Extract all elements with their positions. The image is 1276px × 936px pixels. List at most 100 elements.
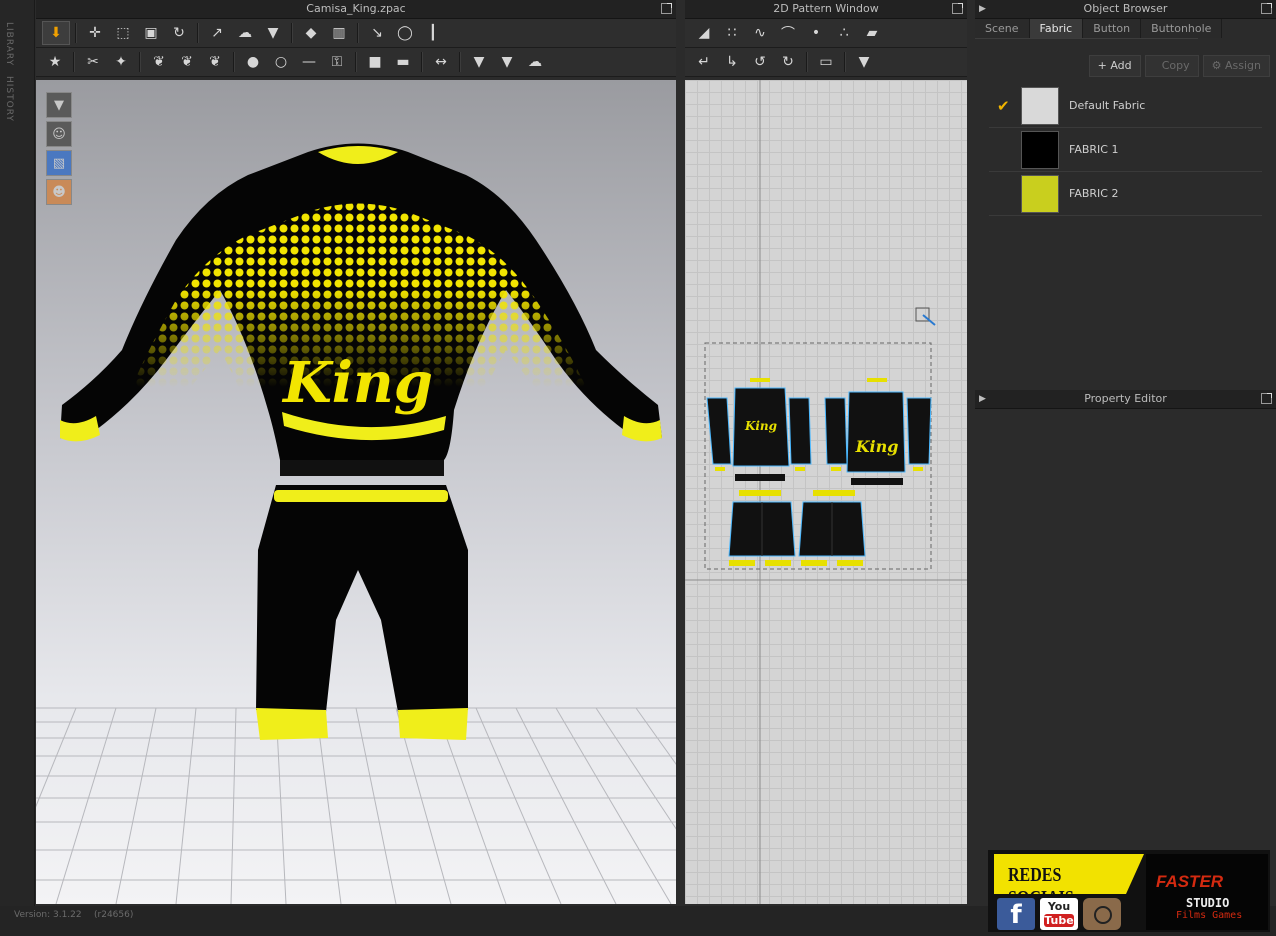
show-avatar-icon[interactable]: ☺	[46, 121, 72, 147]
fabric-swatch	[1021, 86, 1059, 125]
copy-fabric-button[interactable]: Copy	[1144, 55, 1199, 77]
edit-points-button[interactable]: ▣	[138, 22, 164, 44]
object-browser-title-text: Object Browser	[1083, 2, 1168, 15]
revision-text: (r24656)	[94, 910, 134, 920]
tool-d-button[interactable]: ❦	[202, 51, 228, 73]
show-texture-icon[interactable]: ▧	[46, 150, 72, 176]
window-2d-title: 2D Pattern Window	[685, 0, 967, 19]
piece-tool-button[interactable]: ▥	[326, 22, 352, 44]
polygon-button[interactable]: ▰	[859, 22, 885, 44]
viewport-2d[interactable]: King King	[685, 80, 967, 904]
collapse-arrow-icon[interactable]: ▶	[979, 0, 986, 18]
tool-a-button[interactable]: ✦	[108, 51, 134, 73]
list-item[interactable]: FABRIC 2	[989, 172, 1262, 216]
avatar-walk-button[interactable]: ★	[42, 51, 68, 73]
shirt-tool-button[interactable]: ◆	[298, 22, 324, 44]
viewport-3d[interactable]: King ▼ ☺ ▧ ☻	[36, 80, 676, 904]
align-tool-button[interactable]: ↔	[428, 51, 454, 73]
history-tab[interactable]: HISTORY	[4, 76, 14, 122]
show-garment-icon[interactable]: ▼	[46, 92, 72, 118]
fabric-name: FABRIC 2	[1069, 187, 1119, 200]
shirt-front-button[interactable]: ▼	[466, 51, 492, 73]
iron-tool-button[interactable]: ▭	[813, 51, 839, 73]
fabric-list: ✔ Default Fabric FABRIC 1 FABRIC 2	[989, 84, 1262, 216]
assign-fabric-button[interactable]: ⚙ Assign	[1202, 55, 1270, 77]
collapse-arrow-icon[interactable]: ▶	[979, 390, 986, 408]
pattern-select-button[interactable]: ◢	[691, 22, 717, 44]
pin-icon[interactable]	[1261, 393, 1272, 404]
object-browser-tabs: Scene Fabric Button Buttonhole	[975, 19, 1223, 39]
facebook-letter: f	[1010, 900, 1022, 930]
youtube-tube: Tube	[1044, 914, 1074, 927]
tab-button[interactable]: Button	[1083, 19, 1142, 38]
transform-tool-button[interactable]: ✛	[82, 22, 108, 44]
garment-tool-button[interactable]: ▼	[260, 22, 286, 44]
object-browser-title: ▶ Object Browser	[975, 0, 1276, 19]
texture-tool-button[interactable]: ■	[362, 51, 388, 73]
garment-logo-text: King	[281, 350, 433, 416]
add-point-button[interactable]: •	[803, 22, 829, 44]
add-fabric-button[interactable]: + Add	[1088, 55, 1141, 77]
pattern-pieces[interactable]: King King	[706, 378, 932, 566]
zoom-fit-icon[interactable]	[915, 307, 936, 326]
button-tool-button[interactable]: ●	[240, 51, 266, 73]
ruler-tool-button[interactable]: ┃	[420, 22, 446, 44]
select-move-button[interactable]: ⬇	[42, 21, 70, 45]
tab-scene[interactable]: Scene	[975, 19, 1030, 38]
list-item[interactable]: FABRIC 1	[989, 128, 1262, 172]
pin-icon[interactable]	[1261, 3, 1272, 14]
tack-tool-button[interactable]: ↘	[364, 22, 390, 44]
youtube-icon[interactable]: You Tube	[1040, 898, 1078, 930]
fold-arrange-button[interactable]: ☁	[522, 51, 548, 73]
rotate-tool-button[interactable]: ↻	[166, 22, 192, 44]
shirt-2d-button[interactable]: ▼	[851, 51, 877, 73]
window-2d: 2D Pattern Window ◢ ∷ ∿ ⌒ • ∴ ▰ ↵ ↳ ↺ ↻ …	[685, 0, 967, 77]
curvature-button[interactable]: ⌒	[775, 22, 801, 44]
curve-point-button[interactable]: ∿	[747, 22, 773, 44]
instagram-icon[interactable]	[1083, 898, 1121, 930]
pattern-logo-front: King	[744, 419, 777, 433]
toolbar-2d-row1: ◢ ∷ ∿ ⌒ • ∴ ▰	[685, 19, 967, 48]
seam-check-button[interactable]: ↻	[775, 51, 801, 73]
tab-fabric[interactable]: Fabric	[1029, 19, 1084, 38]
tool-b-button[interactable]: ❦	[146, 51, 172, 73]
free-seam-button[interactable]: ↳	[719, 51, 745, 73]
toolbar-2d-row2: ↵ ↳ ↺ ↻ ▭ ▼	[685, 48, 967, 77]
show-skin-icon[interactable]: ☻	[46, 179, 72, 205]
assign-icon: ⚙	[1211, 59, 1225, 72]
segment-button[interactable]: ∴	[831, 22, 857, 44]
fabric-actions: + Add Copy ⚙ Assign	[1088, 55, 1270, 77]
buttonhole-tool-button[interactable]: ○	[268, 51, 294, 73]
fold-tool-button[interactable]: ☁	[232, 22, 258, 44]
tab-buttonhole[interactable]: Buttonhole	[1141, 19, 1223, 38]
version-text: Version: 3.1.22	[14, 910, 82, 920]
shirt-garment[interactable]: King	[36, 140, 676, 476]
graphic-tool-button[interactable]: ▬	[390, 51, 416, 73]
pin-icon[interactable]	[952, 3, 963, 14]
fabric-swatch	[1021, 130, 1059, 169]
left-side-strip: LIBRARY HISTORY	[0, 0, 35, 906]
zipper-tool-button[interactable]: ⚿	[324, 51, 350, 73]
plus-icon: +	[1097, 59, 1111, 72]
toolbar-3d-row2: ★ ✂ ✦ ❦ ❦ ❦ ● ○ — ⚿ ■ ▬ ↔ ▼ ▼ ☁	[36, 48, 676, 77]
facebook-icon[interactable]: f	[997, 898, 1035, 930]
line-tool-button[interactable]: —	[296, 51, 322, 73]
seam-tool-button[interactable]: ↵	[691, 51, 717, 73]
pin-icon[interactable]	[661, 3, 672, 14]
pin-tool-button[interactable]: ↗	[204, 22, 230, 44]
tool-c-button[interactable]: ❦	[174, 51, 200, 73]
library-tab[interactable]: LIBRARY	[4, 22, 14, 66]
list-item[interactable]: ✔ Default Fabric	[989, 84, 1262, 128]
social-banner: REDES SOCIAIS f You Tube FASTER STUDIO F…	[988, 850, 1270, 932]
edit-point-button[interactable]: ∷	[719, 22, 745, 44]
shirt-back-button[interactable]: ▼	[494, 51, 520, 73]
shorts-garment[interactable]	[256, 485, 468, 740]
seam-edit-button[interactable]: ↺	[747, 51, 773, 73]
toolbar-3d-row1: ⬇ ✛ ⬚ ▣ ↻ ↗ ☁ ▼ ◆ ▥ ↘ ◯ ┃	[36, 19, 676, 48]
tape-tool-button[interactable]: ◯	[392, 22, 418, 44]
add-label: Add	[1110, 59, 1132, 72]
window-3d: Camisa_King.zpac ⬇ ✛ ⬚ ▣ ↻ ↗ ☁ ▼ ◆ ▥ ↘ ◯…	[36, 0, 676, 77]
box-select-button[interactable]: ⬚	[110, 22, 136, 44]
studio-text: STUDIO	[1186, 896, 1230, 910]
measure-button[interactable]: ✂	[80, 51, 106, 73]
